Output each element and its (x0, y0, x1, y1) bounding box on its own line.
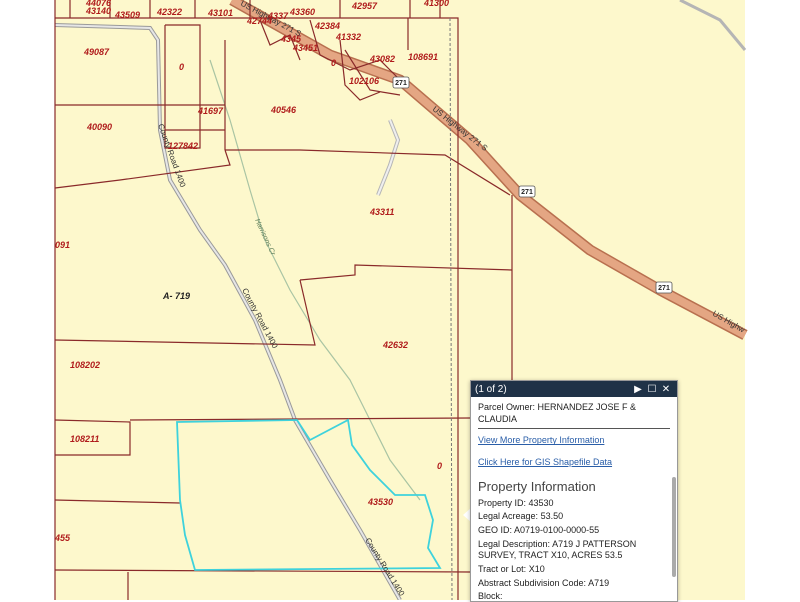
popup-header: (1 of 2) ▶ ☐ ✕ (471, 381, 677, 397)
parcel-map[interactable]: 271 271 271 US Highway 271 S US Highway … (0, 0, 800, 600)
svg-text:271: 271 (521, 189, 533, 196)
field-legal-acreage: Legal Acreage: 53.50 (478, 511, 564, 522)
parcel-label: 43140 (85, 6, 111, 16)
parcel-label: 0 (179, 62, 184, 72)
parcel-label: 091 (55, 240, 70, 250)
owner-label: Parcel Owner: (478, 402, 536, 412)
parcel-owner: Parcel Owner: HERNANDEZ JOSE F & CLAUDIA (478, 402, 670, 430)
parcel-label: 108202 (70, 360, 100, 370)
parcel-label: 41300 (423, 0, 449, 8)
parcel-label: 0 (331, 58, 336, 68)
field-abstract-subdivision-code: Abstract Subdivision Code: A719 (478, 577, 610, 588)
maximize-icon[interactable]: ☐ (645, 384, 659, 395)
field-geo-id: GEO ID: A0719-0100-0000-55 (478, 525, 600, 536)
parcel-label: 43530 (367, 497, 393, 507)
property-popup: (1 of 2) ▶ ☐ ✕ Parcel Owner: HERNANDEZ J… (470, 380, 678, 602)
parcel-label: 41332 (335, 32, 361, 42)
parcel-label: 42384 (314, 21, 340, 31)
popup-body: Parcel Owner: HERNANDEZ JOSE F & CLAUDIA… (471, 397, 677, 602)
popup-scrollbar[interactable] (672, 477, 676, 577)
highway-shield: 271 (655, 281, 673, 294)
close-icon[interactable]: ✕ (659, 384, 673, 395)
parcel-label: 102106 (349, 76, 380, 86)
popup-count: (1 of 2) (475, 383, 507, 395)
parcel-label: 40090 (86, 122, 112, 132)
parcel-label: 41697 (197, 106, 224, 116)
next-icon[interactable]: ▶ (631, 384, 645, 395)
parcel-label: 43360 (289, 7, 315, 17)
svg-text:271: 271 (658, 285, 670, 292)
parcel-label: 42322 (156, 7, 182, 17)
field-legal-description: Legal Description: A719 J PATTERSON SURV… (478, 538, 637, 561)
parcel-label: 43101 (207, 8, 233, 18)
svg-text:271: 271 (395, 80, 407, 87)
parcel-label: 108211 (70, 434, 99, 444)
parcel-label: 4337 (267, 11, 289, 21)
parcel-label: 42632 (382, 340, 408, 350)
parcel-label: 0 (437, 461, 442, 471)
parcel-label: 43509 (114, 10, 140, 20)
parcel-label: 127842 (168, 141, 198, 151)
parcel-label: 43451 (292, 43, 318, 53)
parcel-label: 43082 (369, 54, 395, 64)
survey-label: A- 719 (162, 291, 190, 301)
parcel-label: 42957 (351, 1, 378, 11)
parcel-label: 49087 (83, 47, 110, 57)
parcel-label: 40546 (270, 105, 297, 115)
view-property-link[interactable]: View More Property Information (478, 435, 670, 447)
parcel-label: 108691 (408, 52, 438, 62)
highway-shield: 271 (518, 185, 536, 198)
field-property-id: Property ID: 43530 (478, 497, 554, 508)
parcel-label: 455 (54, 533, 71, 543)
gis-shapefile-link[interactable]: Click Here for GIS Shapefile Data (478, 457, 670, 469)
field-tract-or-lot: Tract or Lot: X10 (478, 564, 545, 575)
field-block: Block: (478, 591, 503, 602)
parcel-label: 43311 (369, 207, 394, 217)
highway-shield: 271 (392, 76, 410, 89)
section-title: Property Information (478, 478, 596, 494)
